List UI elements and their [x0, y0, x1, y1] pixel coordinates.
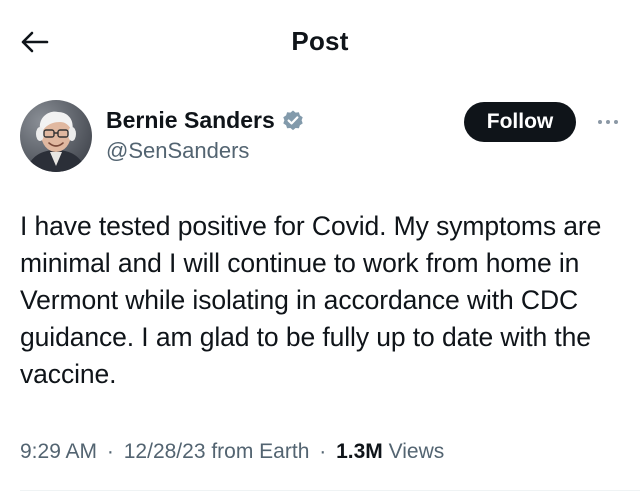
tweet-text: I have tested positive for Covid. My sym…: [20, 211, 602, 389]
avatar-photo: [20, 100, 92, 172]
verified-badge-icon: [281, 109, 305, 133]
views-count[interactable]: 1.3M: [336, 440, 383, 463]
tweet-source: from Earth: [211, 440, 310, 463]
tweet-date[interactable]: 12/28/23: [124, 440, 206, 463]
author-name-row[interactable]: Bernie Sanders: [106, 107, 305, 134]
divider: [20, 490, 640, 491]
views-label: Views: [388, 440, 445, 463]
more-options-button[interactable]: [590, 108, 626, 136]
tweet-meta: 9:29 AM · 12/28/23 from Earth · 1.3M Vie…: [20, 440, 444, 464]
page-title: Post: [291, 26, 349, 56]
more-options-icon: [598, 120, 618, 124]
avatar[interactable]: [20, 100, 92, 172]
meta-separator: ·: [319, 440, 327, 463]
header: Post: [0, 0, 640, 84]
post-page: Post Bernie Sanders @SenSanders Follow I…: [0, 0, 640, 496]
author-handle[interactable]: @SenSanders: [106, 138, 249, 164]
author-name: Bernie Sanders: [106, 107, 275, 133]
follow-button[interactable]: Follow: [464, 102, 576, 142]
tweet-time[interactable]: 9:29 AM: [20, 440, 97, 463]
meta-separator: ·: [106, 440, 114, 463]
